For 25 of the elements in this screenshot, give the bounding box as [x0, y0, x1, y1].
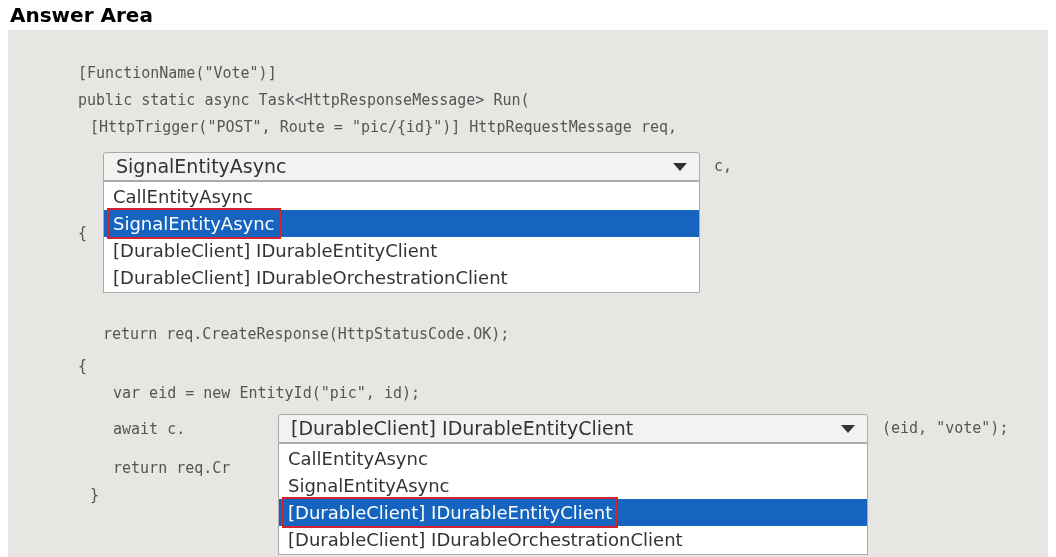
dropdown-option[interactable]: SignalEntityAsync: [279, 472, 867, 499]
dropdown[interactable]: SignalEntityAsync: [103, 152, 700, 181]
dropdown-option[interactable]: CallEntityAsync: [104, 183, 699, 210]
code-line: }: [90, 485, 100, 507]
code-line: c,: [714, 156, 733, 178]
code-line: [FunctionName("Vote")]: [78, 63, 277, 85]
code-line: return req.CreateResponse(HttpStatusCode.OK);: [103, 324, 510, 346]
code-line: (eid, "vote");: [882, 418, 1009, 440]
dropdown[interactable]: [DurableClient] IDurableEntityClient: [278, 414, 868, 443]
dropdown-option[interactable]: [DurableClient] IDurableOrchestrationClient: [279, 526, 867, 553]
code-line: public static async Task<HttpResponseMessage> Run(: [78, 90, 530, 112]
code-line: {: [78, 223, 88, 245]
code-line: await c.: [113, 419, 186, 438]
code-line: return req.Cr: [113, 458, 231, 480]
caret-icon: [841, 424, 855, 433]
code-line: var eid = new EntityId("pic", id);: [113, 383, 421, 405]
code-line: [HttpTrigger("POST", Route = "pic/{id}")] HttpRequestMessage req,: [90, 117, 677, 139]
dropdown-option[interactable]: SignalEntityAsync: [104, 210, 699, 237]
answer-area-heading: Answer Area: [10, 2, 153, 29]
code-line: {: [78, 356, 88, 378]
caret-icon: [673, 162, 687, 171]
dropdown-option[interactable]: [DurableClient] IDurableOrchestrationClient: [104, 264, 699, 291]
dropdown-option[interactable]: [DurableClient] IDurableEntityClient: [279, 499, 867, 526]
dropdown-option[interactable]: [DurableClient] IDurableEntityClient: [104, 237, 699, 264]
dropdown-option[interactable]: CallEntityAsync: [279, 445, 867, 472]
